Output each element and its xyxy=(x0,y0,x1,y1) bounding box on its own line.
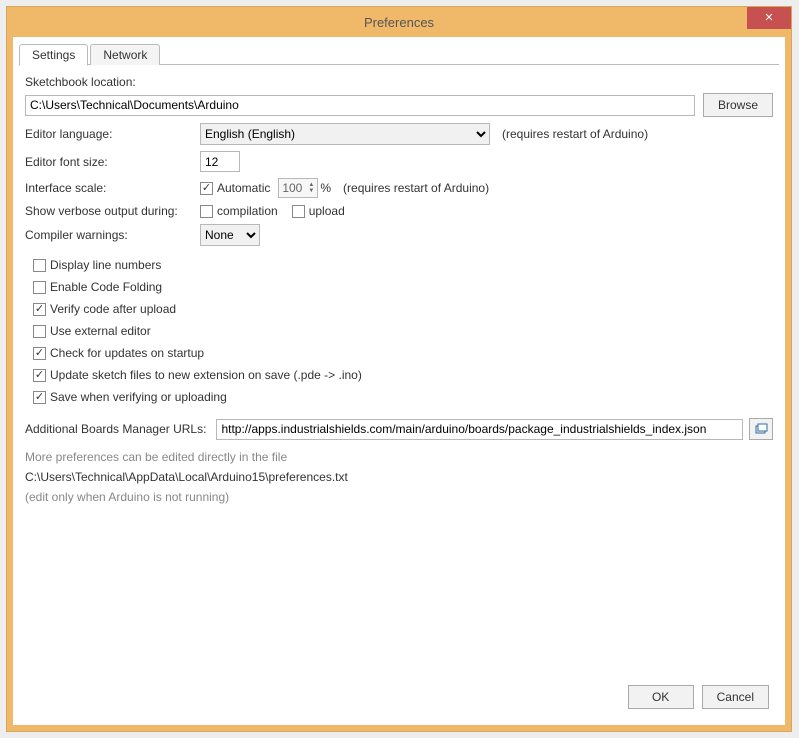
sketchbook-label: Sketchbook location: xyxy=(25,75,136,89)
opt-label: Check for updates on startup xyxy=(50,346,204,360)
window-icon xyxy=(754,423,768,435)
opt-label: Update sketch files to new extension on … xyxy=(50,368,362,382)
verbose-label: Show verbose output during: xyxy=(25,204,200,218)
dialog-buttons: OK Cancel xyxy=(25,679,773,713)
close-icon: ✕ xyxy=(764,13,773,24)
sketchbook-path-input[interactable] xyxy=(25,95,695,116)
checkbox-icon xyxy=(33,303,46,316)
checkbox-icon xyxy=(200,182,213,195)
percent-sign: % xyxy=(320,181,331,195)
titlebar: Preferences ✕ xyxy=(7,7,791,37)
browse-button[interactable]: Browse xyxy=(703,93,773,117)
opt-label: Save when verifying or uploading xyxy=(50,390,227,404)
window-body: Settings Network Sketchbook location: Br… xyxy=(7,37,791,731)
editor-language-hint: (requires restart of Arduino) xyxy=(502,127,648,141)
preferences-window: Preferences ✕ Settings Network Sketchboo… xyxy=(6,6,792,732)
boards-url-input[interactable] xyxy=(216,419,743,440)
editor-font-input[interactable] xyxy=(200,151,240,172)
upload-label: upload xyxy=(309,204,345,218)
checkbox-icon xyxy=(33,347,46,360)
opt-label: Use external editor xyxy=(50,324,151,338)
checkbox-icon xyxy=(33,369,46,382)
ok-button[interactable]: OK xyxy=(628,685,694,709)
verify-after-upload-checkbox[interactable]: Verify code after upload xyxy=(33,302,773,316)
automatic-scale-label: Automatic xyxy=(217,181,270,195)
enable-code-folding-checkbox[interactable]: Enable Code Folding xyxy=(33,280,773,294)
options-list: Display line numbers Enable Code Folding… xyxy=(33,258,773,412)
scale-value: 100 xyxy=(279,181,305,195)
interface-scale-label: Interface scale: xyxy=(25,181,200,195)
tab-settings[interactable]: Settings xyxy=(19,44,88,66)
window-title: Preferences xyxy=(364,15,434,30)
opt-label: Display line numbers xyxy=(50,258,161,272)
boards-url-expand-button[interactable] xyxy=(749,418,773,440)
check-updates-checkbox[interactable]: Check for updates on startup xyxy=(33,346,773,360)
checkbox-icon xyxy=(33,391,46,404)
interface-scale-hint: (requires restart of Arduino) xyxy=(343,181,489,195)
checkbox-icon xyxy=(200,205,213,218)
editor-language-label: Editor language: xyxy=(25,127,200,141)
upload-checkbox[interactable]: upload xyxy=(292,204,345,218)
tab-network[interactable]: Network xyxy=(90,44,160,65)
boards-url-label: Additional Boards Manager URLs: xyxy=(25,422,206,436)
compiler-warnings-select[interactable]: None xyxy=(200,224,260,246)
automatic-scale-checkbox[interactable]: Automatic xyxy=(200,181,270,195)
opt-label: Verify code after upload xyxy=(50,302,176,316)
settings-panel: Sketchbook location: Browse Editor langu… xyxy=(19,65,779,719)
edit-note: (edit only when Arduino is not running) xyxy=(25,490,773,504)
compilation-label: compilation xyxy=(217,204,278,218)
chevron-down-icon[interactable]: ▼ xyxy=(305,188,317,194)
editor-font-label: Editor font size: xyxy=(25,155,200,169)
editor-language-select[interactable]: English (English) xyxy=(200,123,490,145)
compilation-checkbox[interactable]: compilation xyxy=(200,204,278,218)
scale-spinner[interactable]: 100 ▲ ▼ xyxy=(278,178,318,198)
cancel-button[interactable]: Cancel xyxy=(702,685,769,709)
compiler-warnings-label: Compiler warnings: xyxy=(25,228,200,242)
use-external-editor-checkbox[interactable]: Use external editor xyxy=(33,324,773,338)
display-line-numbers-checkbox[interactable]: Display line numbers xyxy=(33,258,773,272)
tabstrip: Settings Network xyxy=(19,43,779,65)
more-prefs-note: More preferences can be edited directly … xyxy=(25,450,773,464)
update-extension-checkbox[interactable]: Update sketch files to new extension on … xyxy=(33,368,773,382)
save-on-verify-checkbox[interactable]: Save when verifying or uploading xyxy=(33,390,773,404)
opt-label: Enable Code Folding xyxy=(50,280,162,294)
close-button[interactable]: ✕ xyxy=(747,7,791,29)
checkbox-icon xyxy=(33,259,46,272)
prefs-path: C:\Users\Technical\AppData\Local\Arduino… xyxy=(25,470,773,484)
checkbox-icon xyxy=(33,325,46,338)
checkbox-icon xyxy=(33,281,46,294)
checkbox-icon xyxy=(292,205,305,218)
